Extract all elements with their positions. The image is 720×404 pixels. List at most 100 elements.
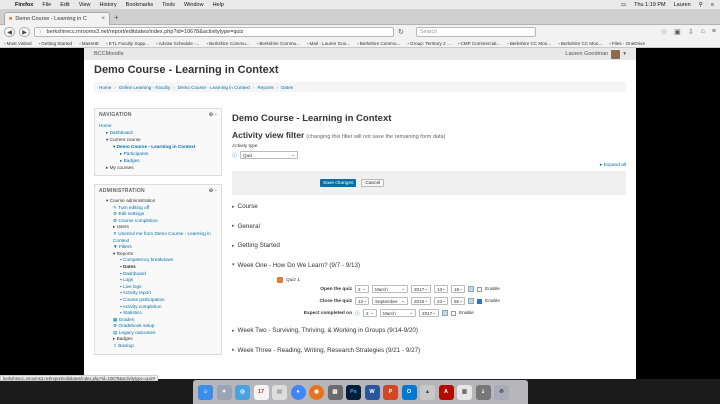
close-minute-select[interactable]: 55 ⌄ [451, 297, 465, 305]
menu-bookmarks[interactable]: Bookmarks [126, 2, 154, 8]
menu-icon[interactable]: ≡ [712, 28, 716, 36]
calendar-icon[interactable] [442, 310, 449, 316]
outlook-icon[interactable]: O [401, 384, 417, 400]
bookmark-item[interactable]: Berkshire Commu... [257, 41, 300, 46]
help-icon[interactable]: ⓘ [355, 310, 360, 317]
chrome-icon[interactable]: ● [290, 384, 306, 400]
help-icon[interactable]: ⓘ [232, 152, 237, 159]
block-controls-icon[interactable]: ⚙ ▫ [209, 188, 217, 194]
user-name[interactable]: Lauren Goodman [565, 51, 608, 57]
admin-course-completion[interactable]: ⚙ Course completion [99, 218, 217, 225]
reload-icon[interactable]: ↻ [398, 28, 404, 36]
info-icon[interactable]: ⓘ [38, 28, 44, 36]
report-course-participation[interactable]: ▪ Course participation [99, 297, 217, 304]
menubar-user[interactable]: Lauren [674, 2, 691, 8]
close-day-select[interactable]: 13 ⌄ [355, 297, 369, 305]
open-minute-select[interactable]: 18 ⌄ [451, 285, 465, 293]
nav-participants[interactable]: ▸ Participants [99, 150, 217, 157]
word-icon[interactable]: W [364, 384, 380, 400]
chevron-down-icon[interactable]: ▾ [623, 51, 626, 57]
admin-gradebook-setup[interactable]: ⚙ Gradebook setup [99, 323, 217, 330]
expect-enable-checkbox[interactable] [451, 310, 457, 316]
admin-turn-editing-off[interactable]: ✎ Turn editing off [99, 205, 217, 212]
report-competency-breakdown[interactable]: ▪ Competency breakdown [99, 257, 217, 264]
section-week-two[interactable]: ▸ Week Two - Surviving, Thriving, & Worki… [232, 321, 626, 341]
report-dates[interactable]: ▪ Dates [99, 264, 217, 271]
admin-backup[interactable]: ⇪ Backup [99, 343, 217, 350]
bookmark-item[interactable]: Berkshire Commu... [206, 41, 250, 46]
downloads-icon[interactable]: ⇣ [475, 384, 491, 400]
nav-home[interactable]: Home [99, 122, 217, 129]
admin-legacy-outcomes[interactable]: ▤ Legacy outcomes [99, 330, 217, 337]
calendar-icon[interactable] [468, 286, 474, 292]
breadcrumb-home[interactable]: Home [99, 85, 111, 90]
section-getting-started[interactable]: ▸ Getting Started [232, 236, 626, 256]
menubar-clock[interactable]: Thu 1:19 PM [634, 2, 666, 8]
bookmark-item[interactable]: Berkshire Commu... [357, 41, 401, 46]
section-general[interactable]: ▸ General [232, 217, 626, 237]
star-icon[interactable]: ☆ [661, 28, 667, 36]
menubar-app-name[interactable]: Firefox [15, 2, 33, 8]
breadcrumb-course[interactable]: Demo Course - Learning in Context [178, 85, 250, 90]
breadcrumb-category[interactable]: Online Learning - Faculty [119, 85, 170, 90]
notes-icon[interactable]: ▤ [272, 384, 287, 400]
expect-year-select[interactable]: 2017 ⌄ [419, 309, 440, 317]
admin-grades[interactable]: ▦ Grades [99, 317, 217, 324]
forward-button[interactable]: ▶ [19, 27, 30, 37]
admin-course-administration[interactable]: ▾ Course administration [99, 198, 217, 205]
firefox-icon[interactable]: ◉ [309, 384, 324, 400]
bookmark-item[interactable]: Mail - Lauren Goo... [307, 41, 351, 46]
admin-reports[interactable]: ▾ Reports [99, 251, 217, 258]
open-month-select[interactable]: March ⌄ [372, 285, 408, 293]
back-button[interactable]: ◀ [4, 27, 15, 37]
menu-history[interactable]: History [100, 2, 117, 8]
open-hour-select[interactable]: 13 ⌄ [434, 285, 448, 293]
notification-icon[interactable]: ≡ [711, 2, 714, 8]
breadcrumb-reports[interactable]: Reports [257, 85, 273, 90]
close-hour-select[interactable]: 23 ⌄ [434, 297, 448, 305]
bookmark-item[interactable]: Berkshire CC Moo... [558, 41, 602, 46]
nav-current-course[interactable]: ▾ Current course [99, 136, 217, 143]
expand-all-link[interactable]: ▸ Expand all [232, 163, 626, 168]
save-changes-button[interactable]: Save changes [320, 179, 357, 187]
bookmark-item[interactable]: Getting Started [39, 41, 72, 46]
open-year-select[interactable]: 2017 ⌄ [411, 285, 431, 293]
admin-badges[interactable]: ▸ Badges [99, 336, 217, 343]
expect-day-select[interactable]: 2 ⌄ [363, 309, 378, 317]
report-dashboard[interactable]: ▪ Dashboard [99, 271, 217, 278]
avatar[interactable] [611, 49, 621, 59]
trash-icon[interactable]: ♲ [494, 384, 509, 400]
section-course[interactable]: ▸ Course [232, 197, 626, 217]
menu-help[interactable]: Help [213, 2, 224, 8]
clipboard-icon[interactable]: ▣ [674, 28, 681, 36]
browser-tab[interactable]: ■ Demo Course - Learning in C × [4, 12, 110, 25]
nav-my-courses[interactable]: ▸ My courses [99, 164, 217, 171]
report-live-logs[interactable]: ▪ Live logs [99, 284, 217, 291]
quiz-name[interactable]: Quiz 1 [286, 278, 300, 283]
acrobat-icon[interactable]: A [438, 384, 454, 400]
section-week-one[interactable]: ▾ Week One - How Do We Learn? (9/7 - 9/13… [232, 256, 626, 276]
site-logo[interactable]: BCCMoodle [94, 51, 124, 57]
spotlight-icon[interactable]: ⚲ [699, 2, 703, 8]
section-week-three[interactable]: ▸ Week Three - Reading, Writing, Research… [232, 341, 626, 361]
calendar-icon[interactable] [468, 298, 474, 304]
download-icon[interactable]: ⇩ [688, 28, 694, 36]
close-month-select[interactable]: September ⌄ [372, 297, 408, 305]
photoshop-icon[interactable]: Ps [346, 384, 361, 400]
calendar-icon[interactable]: 17 [253, 384, 269, 400]
block-controls-icon[interactable]: ⚙ ▫ [209, 112, 217, 118]
bookmark-item[interactable]: CMP Commercial... [458, 41, 500, 46]
powerpoint-icon[interactable]: P [383, 384, 398, 400]
report-activity-report[interactable]: ▪ Activity report [99, 290, 217, 297]
bookmark-item[interactable]: Advise Schedule -... [156, 41, 200, 46]
nav-dashboard[interactable]: ▸ Dashboard [99, 129, 217, 136]
preview-icon[interactable]: ▧ [327, 384, 343, 400]
new-tab-icon[interactable]: + [114, 13, 119, 22]
home-icon[interactable]: ⌂ [701, 28, 705, 36]
safari-icon[interactable]: ◎ [235, 384, 250, 400]
close-enable-checkbox[interactable] [477, 298, 482, 304]
cancel-button[interactable]: Cancel [361, 179, 385, 187]
search-input[interactable]: Search [415, 27, 536, 37]
menu-file[interactable]: File [42, 2, 51, 8]
expect-month-select[interactable]: March ⌄ [380, 309, 417, 317]
